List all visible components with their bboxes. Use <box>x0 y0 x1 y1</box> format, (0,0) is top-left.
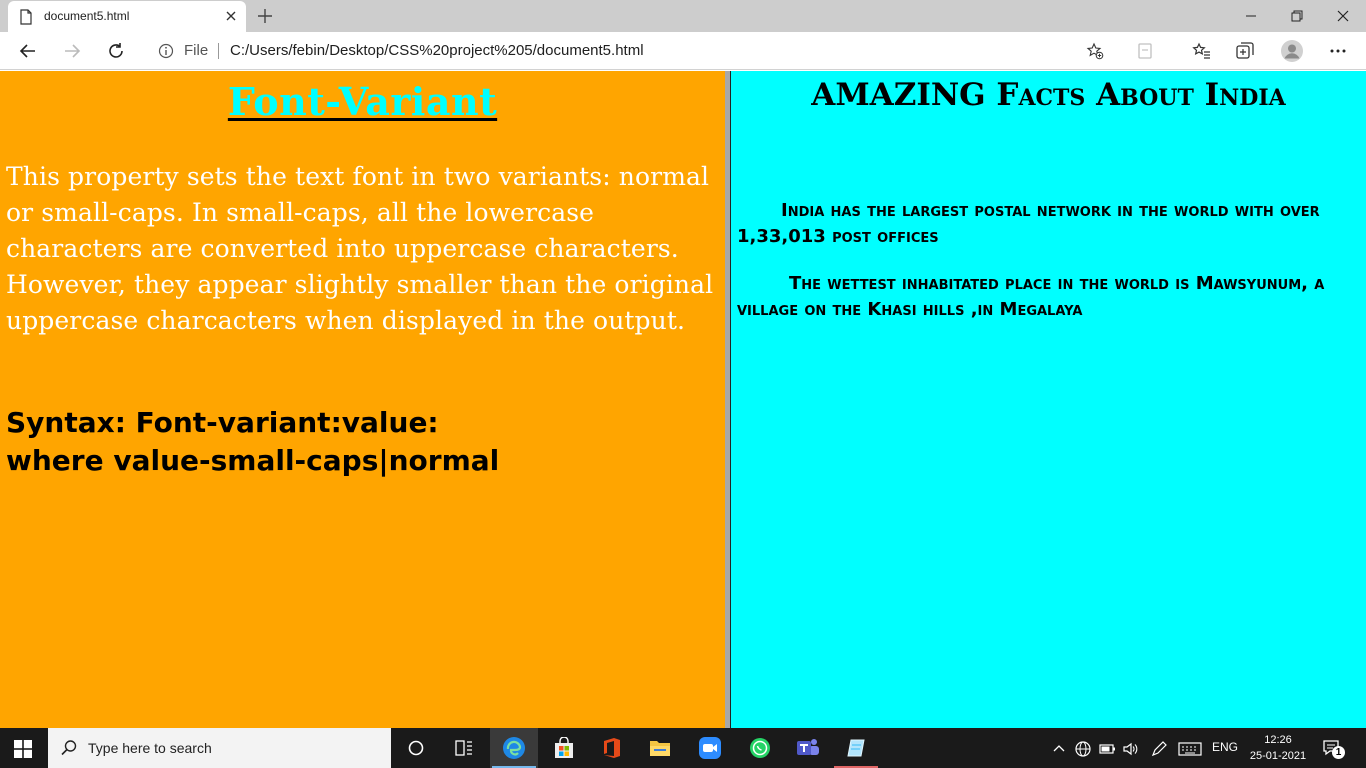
taskbar-app-zoom[interactable] <box>686 728 734 768</box>
taskbar-app-office[interactable] <box>588 728 636 768</box>
back-arrow-icon[interactable] <box>17 40 39 62</box>
page-icon <box>20 9 32 25</box>
font-variant-heading: Font-Variant <box>227 79 498 124</box>
clock-date: 25-01-2021 <box>1249 750 1307 762</box>
teams-icon <box>797 739 819 755</box>
profile-avatar-icon[interactable] <box>1280 39 1304 63</box>
address-separator <box>218 43 219 59</box>
notification-badge: 1 <box>1332 746 1345 759</box>
task-view-icon <box>455 740 472 756</box>
favorites-icon[interactable] <box>1190 40 1212 62</box>
tab-strip: document5.html <box>0 0 1366 32</box>
syntax-block: Syntax: Font-variant:value: where value-… <box>6 404 718 480</box>
taskbar-app-explorer[interactable] <box>636 728 684 768</box>
search-placeholder: Type here to search <box>88 740 212 756</box>
browser-toolbar: File C:/Users/febin/Desktop/CSS%20projec… <box>0 32 1366 70</box>
reading-view-icon[interactable] <box>1134 40 1156 62</box>
zoom-icon <box>699 737 721 759</box>
left-panel: Font-Variant This property sets the text… <box>0 71 725 728</box>
syntax-line: Syntax: Font-variant:value: <box>6 406 439 439</box>
new-tab-icon[interactable] <box>256 7 274 25</box>
close-tab-icon[interactable] <box>224 9 238 23</box>
fact-postal-network: India has the largest postal network in … <box>737 200 1320 247</box>
whatsapp-icon <box>750 738 770 758</box>
right-panel: AMAZING Facts About India India has the … <box>731 71 1366 728</box>
info-icon[interactable] <box>158 43 174 59</box>
show-hidden-icons-chevron-icon[interactable] <box>1050 740 1068 758</box>
system-clock[interactable]: 12:26 25-01-2021 <box>1240 732 1316 764</box>
page-viewport: Font-Variant This property sets the text… <box>0 71 1366 728</box>
office-icon <box>604 738 620 758</box>
refresh-icon[interactable] <box>105 40 127 62</box>
action-center-button[interactable]: 1 <box>1322 738 1345 759</box>
collections-icon[interactable] <box>1234 40 1256 62</box>
taskbar-app-store[interactable] <box>540 728 588 768</box>
more-options-icon[interactable] <box>1327 40 1349 62</box>
cortana-button[interactable] <box>392 728 440 768</box>
url-text[interactable]: C:/Users/febin/Desktop/CSS%20project%205… <box>230 42 644 59</box>
edge-browser-icon <box>503 737 525 759</box>
add-favorite-icon[interactable] <box>1086 42 1104 60</box>
taskbar-app-edge[interactable] <box>490 728 538 768</box>
cortana-circle-icon <box>408 740 424 756</box>
notepad-icon <box>847 739 865 757</box>
pen-workspace-icon[interactable] <box>1150 740 1168 758</box>
taskbar: Type here to search ENG 12:26 25-01-2021… <box>0 728 1366 768</box>
india-facts-heading: AMAZING Facts About India <box>811 77 1286 113</box>
windows-start-icon[interactable] <box>14 740 32 758</box>
tab-title: document5.html <box>44 9 130 23</box>
taskbar-search[interactable]: Type here to search <box>48 728 391 768</box>
input-language[interactable]: ENG <box>1212 740 1238 754</box>
fact-wettest-place: The wettest inhabitated place in the wor… <box>737 273 1325 320</box>
taskbar-app-teams[interactable] <box>784 728 832 768</box>
task-view-button[interactable] <box>440 728 488 768</box>
store-bag-icon <box>555 737 573 758</box>
restore-icon[interactable] <box>1282 6 1312 26</box>
folder-icon <box>650 741 670 756</box>
search-icon <box>61 740 77 756</box>
network-globe-icon[interactable] <box>1074 740 1092 758</box>
minimize-icon[interactable] <box>1236 6 1266 26</box>
taskbar-app-notepad[interactable] <box>832 728 880 768</box>
close-window-icon[interactable] <box>1328 6 1358 26</box>
taskbar-app-whatsapp[interactable] <box>736 728 784 768</box>
forward-arrow-icon[interactable] <box>61 40 83 62</box>
clock-time: 12:26 <box>1264 734 1292 746</box>
touch-keyboard-icon[interactable] <box>1178 740 1202 758</box>
battery-icon[interactable] <box>1098 740 1116 758</box>
volume-icon[interactable] <box>1122 740 1140 758</box>
address-prefix: File <box>184 42 209 59</box>
browser-tab[interactable]: document5.html <box>8 1 246 32</box>
font-variant-description: This property sets the text font in two … <box>6 162 714 335</box>
address-bar[interactable]: File C:/Users/febin/Desktop/CSS%20projec… <box>146 36 1116 66</box>
syntax-values-line: where value-small-caps|normal <box>6 444 500 477</box>
